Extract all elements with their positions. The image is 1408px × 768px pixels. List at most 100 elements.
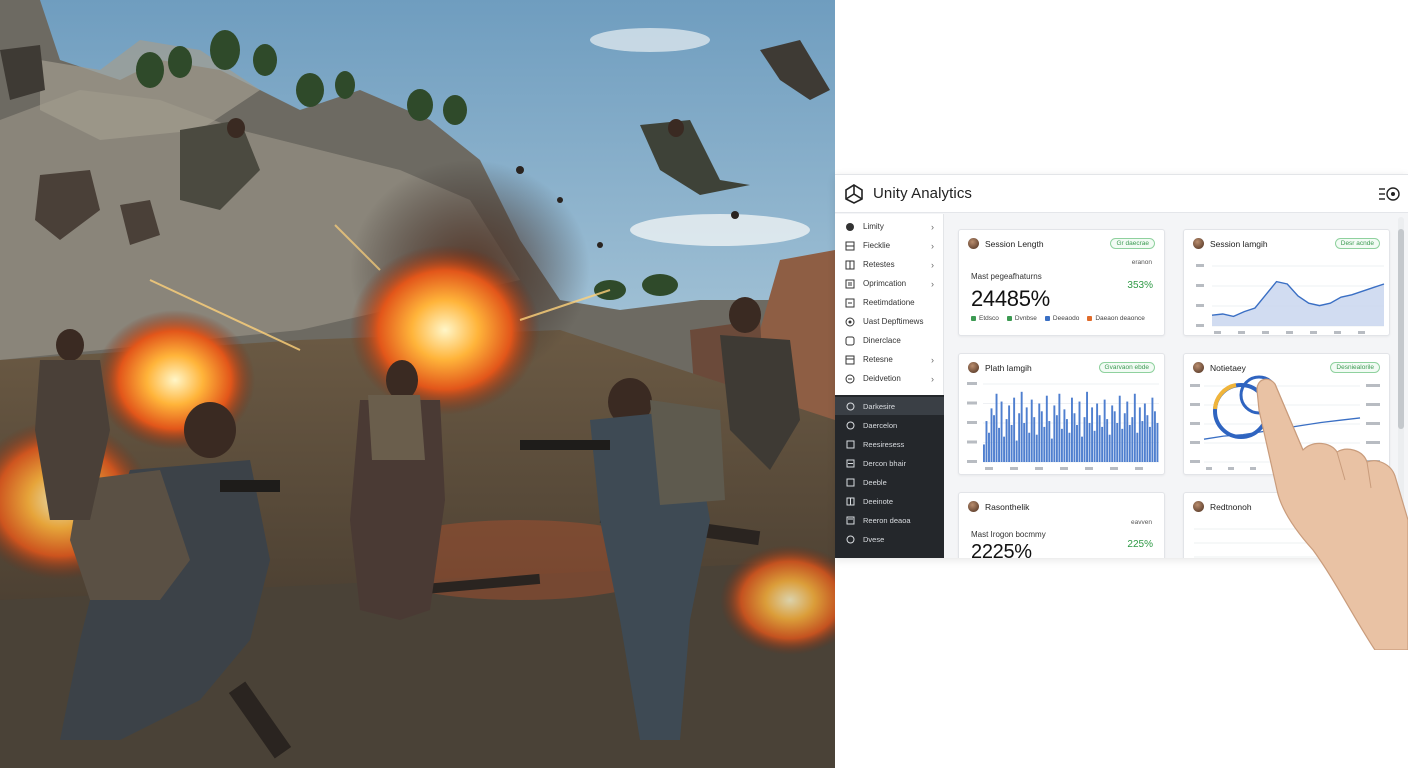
sidebar-item-label: Reesiresess xyxy=(863,439,905,449)
vertical-scrollbar[interactable] xyxy=(1398,217,1404,557)
bar xyxy=(1058,393,1061,462)
sidebar-item-limity[interactable]: Limity › xyxy=(835,217,944,236)
x-tick-label xyxy=(985,467,993,470)
bar xyxy=(1033,417,1036,462)
legend-item: Etdsco xyxy=(971,315,999,322)
y-tick-label xyxy=(1196,304,1204,307)
bar xyxy=(1111,405,1114,462)
y-tick-label-right xyxy=(1366,422,1380,425)
bar xyxy=(1050,438,1053,462)
y-tick-label xyxy=(1190,441,1200,444)
bar xyxy=(1133,393,1136,462)
y-tick-label xyxy=(1196,324,1204,327)
bar xyxy=(1020,391,1023,462)
sidebar-item-label: Deidvetion xyxy=(863,374,901,383)
y-tick-label xyxy=(967,401,977,405)
legend-label: Daeaon deaonce xyxy=(1095,315,1145,322)
card-session-length[interactable]: Session Length Gr daecrae eranon Mast pe… xyxy=(958,229,1165,336)
x-tick-label xyxy=(1228,467,1234,470)
sidebar-item-label: Darkesire xyxy=(863,401,896,411)
card-notietaey[interactable]: Notietaey Desniealorile xyxy=(1183,353,1390,475)
x-tick-label xyxy=(1358,331,1365,334)
card-session-lamgih[interactable]: Session lamgih Desr acnde xyxy=(1183,229,1390,336)
bar xyxy=(1013,397,1016,462)
bar xyxy=(1141,421,1144,462)
bar xyxy=(1138,407,1141,462)
bar xyxy=(993,415,995,462)
circle-icon xyxy=(846,421,855,430)
menu-settings-icon[interactable] xyxy=(1378,185,1400,203)
bar xyxy=(988,432,990,462)
sidebar-dark-item-reesiresess[interactable]: Reesiresess xyxy=(835,435,944,453)
x-tick-label xyxy=(1262,331,1269,334)
sidebar-dark-item-deeble[interactable]: Deeble xyxy=(835,473,944,491)
sidebar-dark-item-deeinote[interactable]: Deeinote xyxy=(835,492,944,510)
y-tick-label-right xyxy=(1366,460,1380,463)
x-tick-label xyxy=(1286,331,1293,334)
status-badge: Desr acnde xyxy=(1334,238,1380,249)
y-tick-label-right xyxy=(1366,384,1380,387)
sidebar-dark-item-darkesire[interactable]: Darkesire xyxy=(835,397,944,415)
sidebar-item-fiecklie[interactable]: Fiecklie › xyxy=(835,236,944,255)
legend-label: Deeaodo xyxy=(1052,315,1080,322)
sidebar-item-uast-depftimews[interactable]: Uast Depftimews xyxy=(835,312,944,331)
bar xyxy=(1076,424,1078,462)
bar xyxy=(1023,423,1026,462)
sidebar-item-label: Dercon bhair xyxy=(863,458,906,468)
bar xyxy=(1038,403,1041,462)
card-percent: 225% xyxy=(1127,539,1153,550)
card-plath-lamgih[interactable]: Plath lamgih Gvarvaon ebde xyxy=(958,353,1165,475)
chevron-right-icon: › xyxy=(931,373,934,384)
bar xyxy=(1045,395,1048,462)
grid-icon xyxy=(845,241,855,251)
x-tick-label xyxy=(1310,331,1317,334)
bar xyxy=(1010,424,1013,462)
y-tick-label xyxy=(1190,403,1200,406)
legend-item: Dvnbse xyxy=(1006,315,1037,322)
sidebar-item-oprimcation[interactable]: Oprimcation › xyxy=(835,274,944,293)
card-note: eranon xyxy=(1131,259,1152,266)
status-badge: Desniealorile xyxy=(1330,362,1380,373)
bar xyxy=(1108,434,1111,462)
sidebar-item-label: Fiecklie xyxy=(863,241,891,250)
sidebar-item-retestes[interactable]: Retestes › xyxy=(835,255,944,274)
bar xyxy=(1068,432,1071,462)
bar xyxy=(1148,426,1151,462)
bar xyxy=(1025,407,1028,462)
x-tick-label xyxy=(1135,467,1143,470)
area-chart xyxy=(1196,264,1385,334)
list-icon xyxy=(845,298,855,308)
bar xyxy=(1091,407,1094,462)
bar xyxy=(1151,397,1154,462)
bar xyxy=(990,408,993,462)
chevron-right-icon: › xyxy=(931,221,934,232)
bar xyxy=(1093,430,1096,462)
sidebar-item-deidvetion[interactable]: Deidvetion › xyxy=(835,369,944,388)
card-title: Plath lamgih xyxy=(985,363,1032,373)
avatar xyxy=(968,501,979,512)
card-redtnonoh[interactable]: Redtnonoh xyxy=(1183,492,1390,558)
circle-icon xyxy=(846,535,855,544)
sidebar-dark-item-reeron-deaoa[interactable]: Reeron deaoa xyxy=(835,511,944,529)
x-tick-label xyxy=(1214,331,1221,334)
card-rasonthelik[interactable]: Rasonthelik eavven Mast Irogon bocmmy 22… xyxy=(958,492,1165,558)
sidebar-item-reetimdatione[interactable]: Reetimdatione xyxy=(835,293,944,312)
card-title: Session Length xyxy=(985,239,1044,249)
sidebar-item-label: Limity xyxy=(863,222,884,231)
target-icon xyxy=(845,317,855,327)
sidebar-dark-item-dercon-bhair[interactable]: Dercon bhair xyxy=(835,454,944,472)
sidebar-item-dinerclace[interactable]: Dinerclace xyxy=(835,331,944,350)
y-tick-label xyxy=(967,440,977,444)
avatar xyxy=(968,238,979,249)
list-icon xyxy=(845,279,855,289)
sidebar-item-retesne[interactable]: Retesne › xyxy=(835,350,944,369)
scrollbar-thumb[interactable] xyxy=(1398,229,1404,429)
bar xyxy=(1008,405,1011,462)
card-subtitle: Mast pegeafhaturns xyxy=(971,272,1042,281)
sidebar-dark-item-daercelon[interactable]: Daercelon xyxy=(835,416,944,434)
circle-icon xyxy=(845,222,855,232)
legend-label: Etdsco xyxy=(979,315,999,322)
list-icon xyxy=(846,459,855,468)
sidebar-dark-item-dvese[interactable]: Dvese xyxy=(835,530,944,548)
bar xyxy=(1088,423,1091,462)
